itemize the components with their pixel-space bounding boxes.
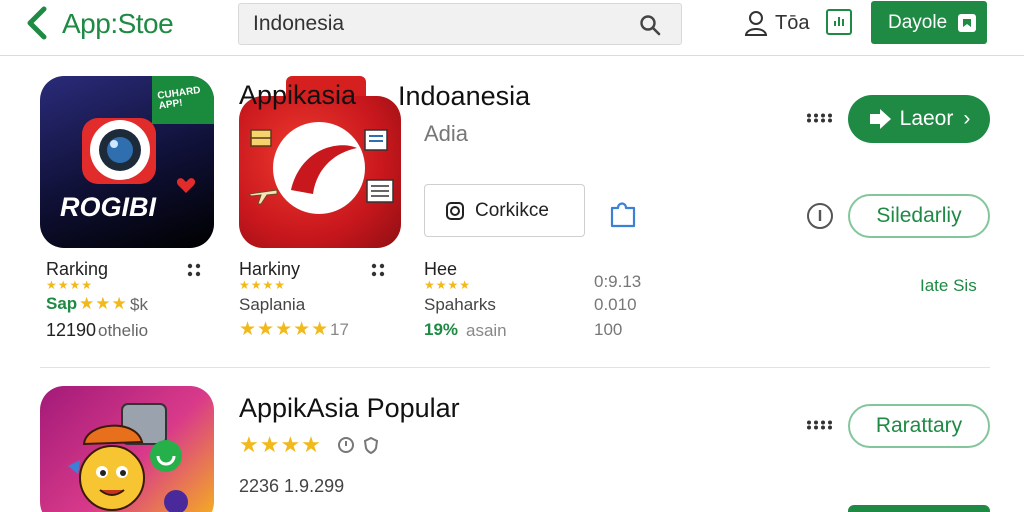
back-arrow-icon[interactable] xyxy=(24,6,52,40)
flag-icon xyxy=(250,129,272,147)
stat-time: 0:9.13 xyxy=(594,272,642,291)
stat-count: 100 xyxy=(594,320,623,339)
stat-label: Spaharks xyxy=(424,295,496,314)
star-rating-small: ★★★★ xyxy=(424,278,472,292)
header-cta-button[interactable]: Dayole xyxy=(871,1,987,44)
book-icon xyxy=(364,129,388,151)
app-icon-camera[interactable]: CUHARD APP! ROGIBI xyxy=(40,76,214,248)
app-sub: Saplania xyxy=(239,295,306,314)
header-cta-label: Dayole xyxy=(888,11,948,33)
user-label[interactable]: Tōa xyxy=(775,12,809,35)
app-store-title: App:Stoe xyxy=(62,8,174,39)
newspaper-icon xyxy=(366,179,394,203)
top-bar: App:Stoe Tōa Dayole xyxy=(0,0,1024,56)
side-link[interactable]: Iate Sis xyxy=(920,276,977,296)
search-bar[interactable] xyxy=(238,3,682,45)
camera-icon xyxy=(82,118,156,184)
featured-action-label: Corkikce xyxy=(475,199,549,221)
swoosh-logo-icon xyxy=(273,122,365,214)
stat-suffix: asain xyxy=(466,321,507,340)
mascot-icon xyxy=(68,403,188,512)
download-count: 12190 xyxy=(46,320,97,340)
search-icon[interactable] xyxy=(639,14,661,36)
star-rating: ★★★★ xyxy=(239,432,322,457)
featured-title: Indoanesia xyxy=(398,81,531,111)
heart-icon xyxy=(176,178,196,193)
second-app-meta: 2236 1.9.299 xyxy=(239,476,345,496)
stat-decimal: 0.010 xyxy=(594,295,637,314)
app-name[interactable]: Rarking xyxy=(46,259,108,280)
user-icon[interactable] xyxy=(744,10,768,36)
section-divider xyxy=(40,367,990,368)
app-name[interactable]: Hee xyxy=(424,259,457,280)
second-app-title[interactable]: AppikAsia Popular xyxy=(239,393,460,424)
icon-brand-text: ROGIBI xyxy=(60,192,157,222)
chevron-right-icon: › xyxy=(963,107,971,130)
featured-action-button[interactable]: Corkikce xyxy=(424,184,585,237)
more-dots-icon[interactable] xyxy=(806,420,834,430)
puzzle-icon[interactable] xyxy=(606,196,640,230)
star-rating: ★★★ xyxy=(79,294,128,313)
app-icon-mascot[interactable] xyxy=(40,386,214,512)
instagram-icon xyxy=(446,201,464,220)
star-rating-small: ★★★★ xyxy=(46,278,94,292)
rating-line: Sap xyxy=(46,294,78,313)
featured-primary-button[interactable]: Laeor › xyxy=(848,95,990,143)
search-input[interactable] xyxy=(253,10,613,38)
bookmark-box-icon xyxy=(958,13,977,32)
shield-icon xyxy=(363,436,379,454)
bar-chart-icon[interactable] xyxy=(826,9,852,35)
grid-dots-icon[interactable] xyxy=(371,263,385,277)
app-icon-red[interactable] xyxy=(239,96,401,248)
rating-count: 17 xyxy=(330,320,349,339)
grid-dots-icon[interactable] xyxy=(187,263,201,277)
next-button-edge[interactable] xyxy=(848,505,990,512)
star-rating: ★★★★★ xyxy=(239,319,330,340)
airplane-icon xyxy=(247,189,278,205)
featured-title-overlap: Appikasia xyxy=(239,80,357,110)
info-icon[interactable] xyxy=(806,202,834,230)
rating-suffix: $k xyxy=(130,295,148,314)
featured-primary-label: Laeor xyxy=(899,107,954,130)
app-name[interactable]: Harkiny xyxy=(239,259,300,280)
more-dots-icon[interactable] xyxy=(806,113,834,123)
star-rating-small: ★★★★ xyxy=(239,278,287,292)
play-arrow-icon xyxy=(869,109,891,129)
featured-subtitle: Adia xyxy=(424,121,469,146)
featured-secondary-button[interactable]: Siledarliy xyxy=(848,194,990,238)
stat-value: 19% xyxy=(424,320,459,339)
download-count-suffix: othelio xyxy=(98,321,149,340)
clock-icon xyxy=(338,437,354,453)
second-app-button[interactable]: Rarattary xyxy=(848,404,990,448)
